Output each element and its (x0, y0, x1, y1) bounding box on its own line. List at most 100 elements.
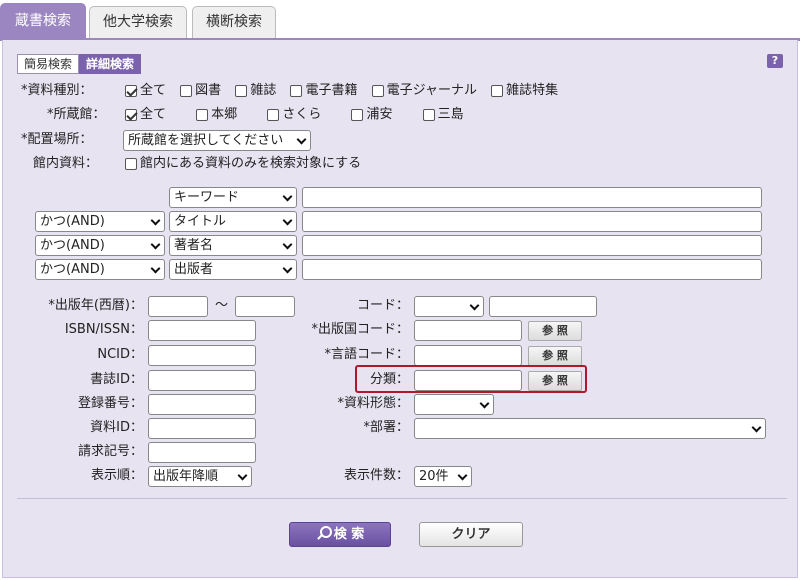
lang-code-label: *言語コード： (324, 347, 409, 362)
ncid-input[interactable] (148, 345, 256, 366)
classification-ref-button[interactable]: 参 照 (528, 371, 582, 391)
search-panel: 簡易検索 詳細検索 ? *資料種別： 全て 図書 雑誌 電子書籍 電子ジャーナル… (2, 40, 798, 578)
chevron-down-icon (469, 300, 480, 311)
in-library-checkbox[interactable]: 館内にある資料のみを検索対象にする (125, 154, 361, 174)
tab-advanced-search[interactable]: 詳細検索 (79, 54, 142, 74)
lang-code-input[interactable] (414, 345, 522, 366)
chevron-down-icon (296, 134, 307, 145)
help-icon[interactable]: ? (767, 54, 783, 68)
sort-label: 表示順： (90, 468, 143, 483)
chevron-down-icon (150, 263, 161, 274)
pub-year-from-input[interactable] (148, 296, 208, 317)
code-type-select[interactable] (414, 296, 484, 317)
material-id-label: 資料ID： (90, 420, 143, 435)
department-select[interactable] (414, 418, 766, 439)
reg-no-input[interactable] (148, 394, 256, 415)
classification-input[interactable] (414, 370, 522, 391)
keyword-field-select-3[interactable]: 著者名 (169, 235, 297, 256)
checkbox-checked-icon (125, 85, 137, 97)
checkbox-icon (180, 85, 193, 97)
sort-select[interactable]: 出版年降順 (148, 466, 252, 487)
checkbox-icon (125, 158, 137, 170)
count-select[interactable]: 20件 (414, 466, 472, 487)
material-id-input[interactable] (148, 418, 256, 439)
checkbox-checked-icon (125, 109, 137, 121)
keyword-input-1[interactable] (302, 187, 762, 208)
library-options: 全て 本郷 さくら 浦安 三島 (125, 105, 474, 125)
biblio-id-label: 書誌ID： (90, 372, 143, 387)
checkbox-icon (422, 109, 435, 121)
code-label: コード： (356, 298, 409, 313)
range-separator: 〜 (215, 298, 229, 313)
location-select[interactable]: 所蔵館を選択してください (123, 130, 311, 151)
chevron-down-icon (479, 398, 490, 409)
checkbox-icon (351, 109, 364, 121)
material-type-all-checkbox[interactable]: 全て (125, 81, 166, 101)
checkbox-icon (267, 109, 280, 121)
keyword-field-select-1[interactable]: キーワード (169, 187, 297, 208)
biblio-id-input[interactable] (148, 370, 256, 391)
count-label: 表示件数： (343, 468, 409, 483)
lang-code-ref-button[interactable]: 参 照 (528, 346, 582, 366)
chevron-down-icon (282, 215, 293, 226)
form-divider (17, 498, 787, 499)
code-input[interactable] (489, 296, 597, 317)
material-form-select[interactable] (414, 394, 494, 415)
country-code-ref-button[interactable]: 参 照 (528, 321, 582, 341)
chevron-down-icon (237, 470, 248, 481)
checkbox-icon (196, 109, 209, 121)
keyword-input-2[interactable] (302, 211, 762, 232)
in-library-option: 館内にある資料のみを検索対象にする (125, 154, 371, 174)
isbn-label: ISBN/ISSN： (64, 322, 143, 337)
checkbox-icon (371, 85, 384, 97)
operator-select-2[interactable]: かつ(AND) (35, 211, 165, 232)
keyword-input-4[interactable] (302, 259, 762, 280)
call-no-input[interactable] (148, 442, 256, 463)
keyword-field-select-4[interactable]: 出版者 (169, 259, 297, 280)
keyword-input-3[interactable] (302, 235, 762, 256)
country-code-input[interactable] (414, 320, 522, 341)
country-code-label: *出版国コード： (311, 322, 409, 337)
call-no-label: 請求記号： (77, 444, 143, 459)
checkbox-icon (491, 85, 504, 97)
pub-year-label: *出版年(西暦)： (48, 298, 143, 313)
material-type-feature-checkbox[interactable]: 雑誌特集 (491, 81, 558, 101)
search-button[interactable]: 検 索 (289, 522, 391, 547)
material-type-magazine-checkbox[interactable]: 雑誌 (235, 81, 276, 101)
chevron-down-icon (150, 239, 161, 250)
checkbox-icon (290, 85, 303, 97)
library-sakura-checkbox[interactable]: さくら (267, 105, 321, 125)
chevron-down-icon (282, 263, 293, 274)
library-all-checkbox[interactable]: 全て (125, 105, 166, 125)
material-type-ebook-checkbox[interactable]: 電子書籍 (290, 81, 357, 101)
operator-select-3[interactable]: かつ(AND) (35, 235, 165, 256)
top-tab-bar: 蔵書検索 他大学検索 横断検索 (0, 0, 800, 41)
tab-other-university-search[interactable]: 他大学検索 (89, 6, 187, 38)
operator-select-4[interactable]: かつ(AND) (35, 259, 165, 280)
library-urayasu-checkbox[interactable]: 浦安 (351, 105, 392, 125)
clear-button[interactable]: クリア (419, 522, 523, 547)
keyword-field-select-2[interactable]: タイトル (169, 211, 297, 232)
isbn-input[interactable] (148, 320, 256, 341)
tab-cross-search[interactable]: 横断検索 (192, 6, 276, 38)
tab-simple-search[interactable]: 簡易検索 (17, 54, 80, 74)
ncid-label: NCID： (97, 347, 143, 362)
library-hongo-checkbox[interactable]: 本郷 (196, 105, 237, 125)
library-mishima-checkbox[interactable]: 三島 (422, 105, 464, 125)
department-label: *部署： (363, 420, 409, 435)
in-library-label: 館内資料： (33, 156, 99, 171)
search-icon (316, 526, 332, 540)
material-type-book-checkbox[interactable]: 図書 (180, 81, 221, 101)
material-type-options: 全て 図書 雑誌 電子書籍 電子ジャーナル 雑誌特集 (125, 81, 568, 101)
chevron-down-icon (457, 470, 468, 481)
chevron-down-icon (282, 239, 293, 250)
tab-collection-search[interactable]: 蔵書検索 (0, 3, 86, 40)
material-type-ejournal-checkbox[interactable]: 電子ジャーナル (371, 81, 477, 101)
chevron-down-icon (282, 191, 293, 202)
chevron-down-icon (751, 422, 762, 433)
classification-label: 分類： (369, 372, 409, 387)
search-mode-tabs: 簡易検索 詳細検索 (17, 54, 142, 74)
checkbox-icon (235, 85, 248, 97)
reg-no-label: 登録番号： (77, 396, 143, 411)
material-type-label: *資料種別： (21, 83, 93, 98)
